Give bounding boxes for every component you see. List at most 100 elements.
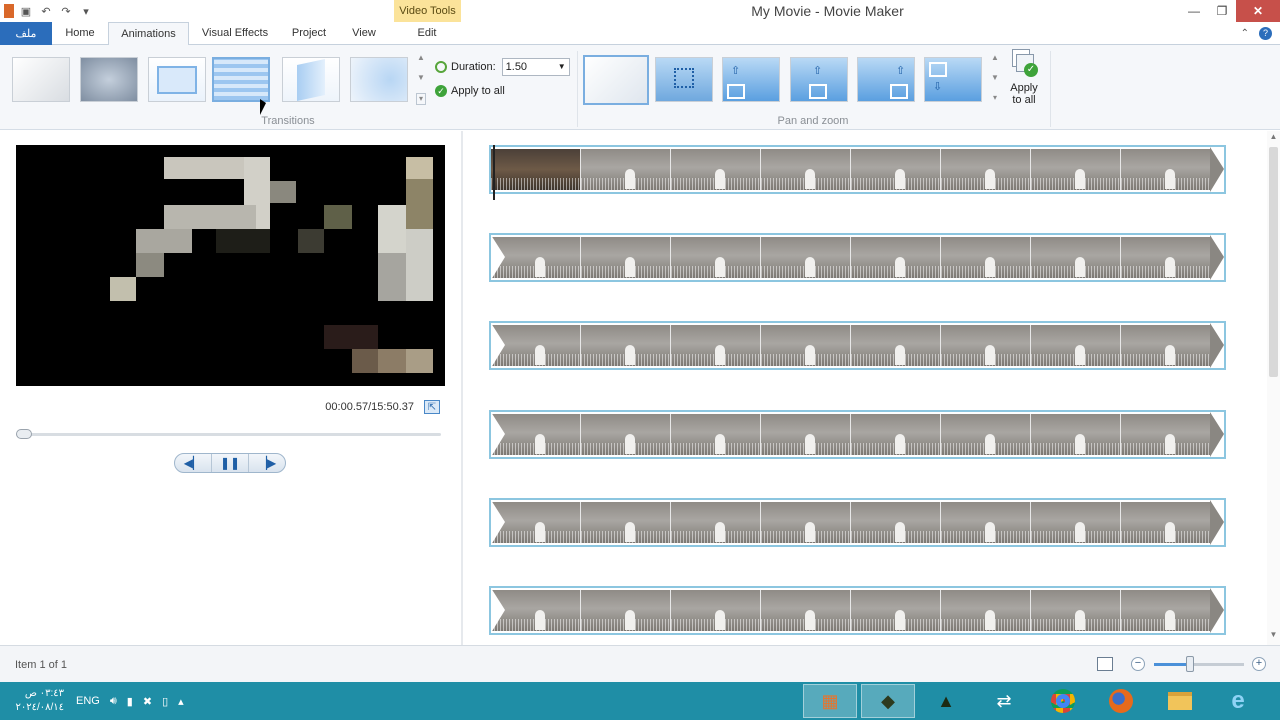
- audio-waveform: [761, 531, 850, 543]
- restore-button[interactable]: ❐: [1208, 0, 1236, 22]
- mouse-cursor-icon: [260, 99, 266, 115]
- chevron-down-icon: ▼: [557, 62, 566, 71]
- network-error-icon[interactable]: ✖: [143, 695, 152, 708]
- transition-mosaic[interactable]: [212, 57, 270, 102]
- next-frame-button[interactable]: ▕▶: [248, 454, 285, 472]
- taskbar-chrome[interactable]: [1036, 684, 1090, 718]
- pan-zoom-up-left[interactable]: ⇧: [722, 57, 780, 102]
- fullscreen-preview-icon[interactable]: ⇱: [424, 400, 440, 414]
- previous-frame-button[interactable]: ◀▏: [175, 454, 211, 472]
- minimize-button[interactable]: —: [1180, 0, 1208, 22]
- taskbar-teamviewer[interactable]: ⇄: [977, 684, 1031, 718]
- transition-crossfade[interactable]: [80, 57, 138, 102]
- pan-gallery-scroll-up-icon[interactable]: ▲: [990, 53, 1000, 62]
- clip-strip[interactable]: [489, 145, 1226, 194]
- pan-zoom-automatic[interactable]: [655, 57, 713, 102]
- show-hidden-icons-icon[interactable]: ▴: [178, 695, 184, 708]
- firefox-icon: [1109, 689, 1133, 713]
- playhead[interactable]: [493, 145, 495, 200]
- tab-edit[interactable]: Edit: [406, 22, 448, 45]
- tab-view[interactable]: View: [344, 22, 384, 45]
- taskbar-movie-maker[interactable]: ▦: [803, 684, 857, 718]
- taskbar-internet-explorer[interactable]: e: [1211, 684, 1265, 718]
- next-frame-icon: ▕▶: [257, 456, 277, 470]
- network-signal-icon[interactable]: ▮: [127, 695, 133, 708]
- transition-blur[interactable]: [350, 57, 408, 102]
- tab-project[interactable]: Project: [284, 22, 334, 45]
- pan-gallery-more-icon[interactable]: ▾: [990, 93, 1000, 102]
- window-controls: — ❐ ✕: [1180, 0, 1280, 22]
- clip-strip[interactable]: [489, 498, 1226, 547]
- storyboard-scrollbar[interactable]: ▲ ▼: [1267, 131, 1280, 645]
- help-icon[interactable]: ?: [1259, 27, 1272, 40]
- clip-frame: [671, 414, 761, 455]
- seek-thumb[interactable]: [16, 429, 33, 439]
- thumbnail-size-icon[interactable]: [1097, 657, 1113, 671]
- customize-icon[interactable]: ▾: [78, 3, 94, 19]
- ribbon-tabs: ملف Home Animations Visual Effects Proje…: [0, 22, 1280, 46]
- apply-to-all-line1: Apply: [1010, 82, 1038, 94]
- gallery-scroll-down-icon[interactable]: ▼: [416, 73, 426, 82]
- pan-zoom-none[interactable]: [583, 55, 649, 105]
- clip-frame: [941, 149, 1031, 190]
- clip-strip[interactable]: [489, 410, 1226, 459]
- clip-frame: [1031, 325, 1121, 366]
- apply-to-all-transitions-button[interactable]: ✓ Apply to all: [435, 85, 505, 97]
- volume-icon[interactable]: 🔊︎: [110, 695, 117, 708]
- clip-strip[interactable]: [489, 233, 1226, 282]
- transition-none[interactable]: [12, 57, 70, 102]
- zoom-slider-thumb[interactable]: [1186, 656, 1194, 672]
- taskbar-monitor-app[interactable]: ▲: [919, 684, 973, 718]
- tab-home[interactable]: Home: [58, 22, 102, 45]
- duration-select[interactable]: 1.50 ▼: [501, 58, 570, 76]
- taskbar-game-app[interactable]: ◆: [861, 684, 915, 718]
- game-app-icon: ◆: [881, 690, 895, 711]
- pan-zoom-up-right[interactable]: ⇧: [857, 57, 915, 102]
- scroll-down-icon[interactable]: ▼: [1267, 629, 1280, 641]
- seek-bar[interactable]: [16, 433, 441, 436]
- taskbar-firefox[interactable]: [1094, 684, 1148, 718]
- save-icon[interactable]: ▣: [18, 3, 34, 19]
- tab-animations[interactable]: Animations: [108, 22, 189, 46]
- ribbon-separator: [577, 51, 578, 127]
- undo-icon[interactable]: ↶: [38, 3, 54, 19]
- movie-maker-app-icon[interactable]: [4, 4, 14, 18]
- pan-gallery-scroll-down-icon[interactable]: ▼: [990, 73, 1000, 82]
- pause-button[interactable]: ❚❚: [211, 454, 248, 472]
- gallery-more-icon[interactable]: ▾: [416, 93, 426, 105]
- clip-frame: [761, 149, 851, 190]
- internet-explorer-icon: e: [1231, 687, 1245, 714]
- scroll-up-icon[interactable]: ▲: [1267, 131, 1280, 143]
- pan-zoom-up-center[interactable]: ⇧: [790, 57, 848, 102]
- pane-divider[interactable]: [461, 131, 463, 645]
- taskbar-file-explorer[interactable]: [1153, 684, 1207, 718]
- clip-strip[interactable]: [489, 321, 1226, 370]
- collapse-ribbon-icon[interactable]: ⌃: [1241, 28, 1249, 39]
- continuation-arrow-icon: [1210, 323, 1224, 368]
- clip-frame: [761, 325, 851, 366]
- power-icon[interactable]: ▯: [162, 695, 168, 708]
- clip-frame: [761, 414, 851, 455]
- apply-to-all-pan-zoom-button[interactable]: ✓ Apply to all: [1004, 49, 1044, 111]
- clip-frame: [1031, 414, 1121, 455]
- tab-visual-effects[interactable]: Visual Effects: [195, 22, 275, 45]
- clip-frame: [1031, 590, 1121, 631]
- zoom-out-button[interactable]: −: [1131, 657, 1145, 671]
- pause-icon: ❚❚: [219, 456, 241, 470]
- close-button[interactable]: ✕: [1236, 0, 1280, 22]
- video-preview[interactable]: [16, 145, 445, 386]
- gallery-scroll-up-icon[interactable]: ▲: [416, 53, 426, 62]
- redo-icon[interactable]: ↷: [58, 3, 74, 19]
- pan-zoom-down-left[interactable]: ⇩: [924, 57, 982, 102]
- zoom-in-button[interactable]: +: [1252, 657, 1266, 671]
- audio-waveform: [581, 619, 670, 631]
- clip-strip[interactable]: [489, 586, 1226, 635]
- file-tab[interactable]: ملف: [0, 22, 52, 45]
- duration-control: Duration: 1.50 ▼: [435, 58, 570, 76]
- transition-flip[interactable]: [282, 57, 340, 102]
- scrollbar-thumb[interactable]: [1269, 147, 1278, 377]
- clock[interactable]: ٠٣:٤٣ ص ٢٠٢٤/٠٨/١٤: [0, 687, 64, 715]
- transition-frame[interactable]: [148, 57, 206, 102]
- clip-frame: [1121, 149, 1211, 190]
- language-indicator[interactable]: ENG: [76, 695, 100, 707]
